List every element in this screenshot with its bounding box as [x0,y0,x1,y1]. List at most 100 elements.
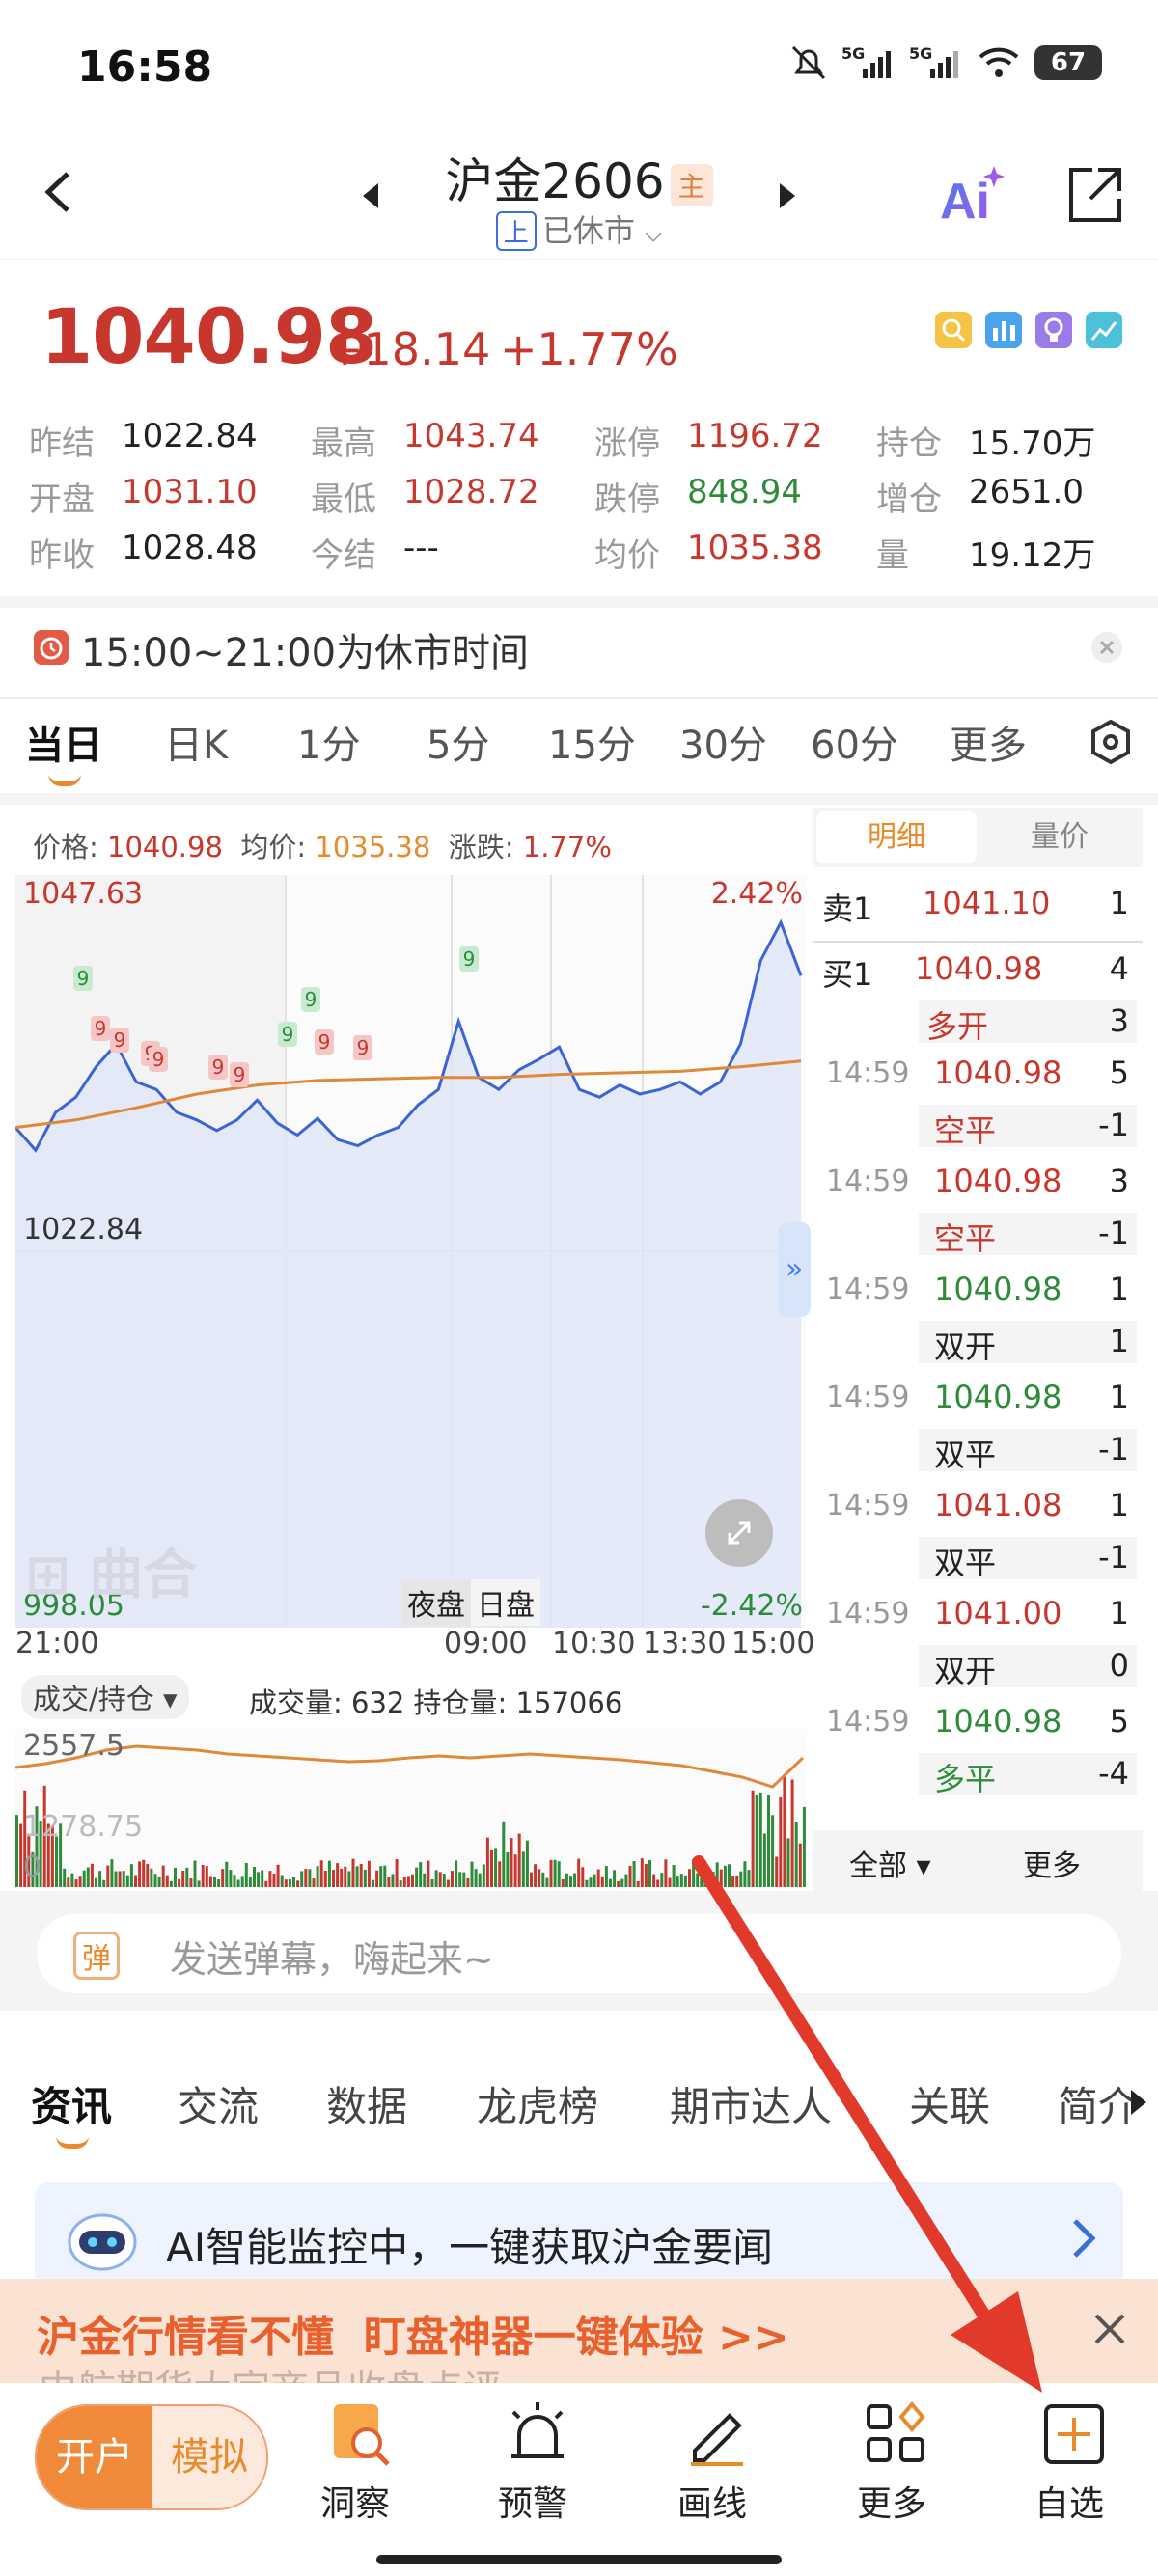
volume-bar [161,1865,165,1887]
volume-bar [751,1790,755,1887]
night-session-tab[interactable]: 夜盘 [401,1579,471,1626]
volume-bar [248,1877,252,1887]
news-tab[interactable]: 数据 [326,2074,407,2133]
volume-bar [593,1874,596,1887]
trade-type-tag: 空平 [934,1112,997,1149]
more-button[interactable]: 更多 [836,2393,961,2528]
volume-bar [545,1877,549,1887]
news-tab[interactable]: 龙虎榜 [477,2074,598,2133]
volume-bar [494,1848,498,1887]
expand-side-icon[interactable]: » [778,1222,811,1317]
volume-bar [596,1869,600,1887]
promo-bar[interactable]: 沪金行情看不懂 盯盘神器一键体验 >> 中航期货大宗商品收盘点评 [0,2279,1158,2383]
session-toggle[interactable]: 夜盘 日盘 [401,1579,540,1626]
chevron-down-icon: ⌵ [645,220,663,247]
volume-bar [609,1878,612,1887]
volume-bar [359,1863,363,1887]
period-tab[interactable]: 5分 [427,714,489,770]
home-indicator[interactable] [376,2555,782,2564]
volume-bar [577,1858,581,1887]
volume-bar [125,1875,129,1887]
draw-line-button[interactable]: 画线 [656,2393,782,2528]
trade-open-interest-change: -1 [1098,1539,1129,1576]
add-favorite-button[interactable]: 自选 [1015,2393,1141,2528]
volume-info: 成交量: 632 持仓量: 157066 [249,1686,623,1719]
x-tick-label: 09:00 [444,1627,528,1660]
volume-bar [446,1879,450,1887]
volume-bar [181,1871,185,1887]
period-tab[interactable]: 60分 [811,714,898,770]
volume-bar [90,1863,94,1887]
trade-open-interest-change: -4 [1098,1755,1129,1792]
expand-icon[interactable] [704,1498,774,1568]
divider [0,259,1158,260]
volume-bar [402,1877,406,1887]
stat-value: --- [403,529,439,567]
more-label: 更多 [857,2484,927,2524]
search-quote-icon[interactable] [934,311,973,349]
tab-detail[interactable]: 明细 [816,811,977,863]
filter-all[interactable]: 全部 ▾ [849,1842,931,1884]
watermark-mark-icon: ⊞ [25,1544,90,1606]
settings-hexagon-icon[interactable] [1087,718,1135,766]
quote-tools [934,311,1123,349]
tab-volume-price[interactable]: 量价 [982,811,1137,863]
chart-tool-icon[interactable] [984,311,1023,349]
volume-bar [743,1861,747,1887]
news-tab[interactable]: 资讯 [31,2074,112,2133]
period-tab[interactable]: 当日 [25,714,102,770]
ai-monitor-banner[interactable]: AI智能监控中，一键获取沪金要闻 [35,2182,1123,2294]
volume-bar [731,1875,735,1887]
open-account-button[interactable]: 开户 [37,2406,152,2508]
news-tab[interactable]: 简介 [1058,2074,1139,2133]
close-promo-icon[interactable] [1090,2310,1129,2348]
tabs-scroll-right-icon[interactable] [1129,2088,1148,2117]
analysis-icon[interactable] [1085,311,1123,349]
day-session-tab[interactable]: 日盘 [471,1579,540,1626]
volume-selector[interactable]: 成交/持仓 ▾ [21,1675,189,1719]
main-contract-tag: 主 [670,163,713,206]
volume-bar [474,1869,478,1887]
trade-time: 14:59 [826,1381,910,1414]
news-tab[interactable]: 期市达人 [670,2074,832,2133]
period-tab[interactable]: 15分 [548,714,636,770]
ai-icon[interactable]: Ai [938,162,1007,230]
svg-text:5G: 5G [841,44,865,63]
close-notice-icon[interactable] [1090,631,1123,664]
trade-type-tag: 双平 [934,1437,997,1473]
volume-bar [185,1867,189,1887]
news-tab[interactable]: 交流 [178,2074,259,2133]
period-tab[interactable]: 30分 [679,714,767,770]
trade-price: 1040.98 [934,1703,1062,1740]
news-tab[interactable]: 关联 [909,2074,990,2133]
volume-bar [735,1875,739,1887]
notice-text: 15:00~21:00为休市时间 [81,631,530,675]
volume-bar [197,1880,201,1887]
volume-bar [462,1872,466,1887]
alert-button[interactable]: 预警 [477,2393,602,2528]
volume-bar [288,1879,291,1887]
bulb-icon[interactable] [1034,311,1073,349]
add-square-icon [1044,2404,1104,2464]
volume-bar [217,1879,221,1887]
volume-bar [775,1856,779,1887]
share-icon[interactable] [1063,164,1125,226]
insight-button[interactable]: 洞察 [299,2393,425,2528]
volume-bar [506,1851,510,1887]
simulate-button[interactable]: 模拟 [152,2406,266,2508]
period-tab[interactable]: 1分 [297,714,360,770]
price-change-pct: +1.77% [500,323,678,375]
period-tab[interactable]: 日K [164,714,228,770]
volume-bar [134,1875,137,1887]
danmaku-input[interactable]: 弹 发送弹幕，嗨起来~ [37,1914,1121,1993]
filter-all-label: 全部 [849,1850,907,1883]
draw-line-label: 画线 [677,2484,748,2524]
intraday-chart[interactable]: 价格: 1040.98 均价: 1035.38 涨跌: 1.77% 999999… [15,808,811,1628]
status-icons: 5G 5G 67 [789,39,1102,87]
trade-qty: 5 [1109,1055,1129,1091]
next-contract-icon[interactable] [776,181,799,210]
volume-bar [351,1858,355,1887]
period-tab[interactable]: 更多 [950,714,1027,770]
volume-bar [711,1872,715,1887]
more-trades-link[interactable]: 更多 [1023,1842,1081,1884]
